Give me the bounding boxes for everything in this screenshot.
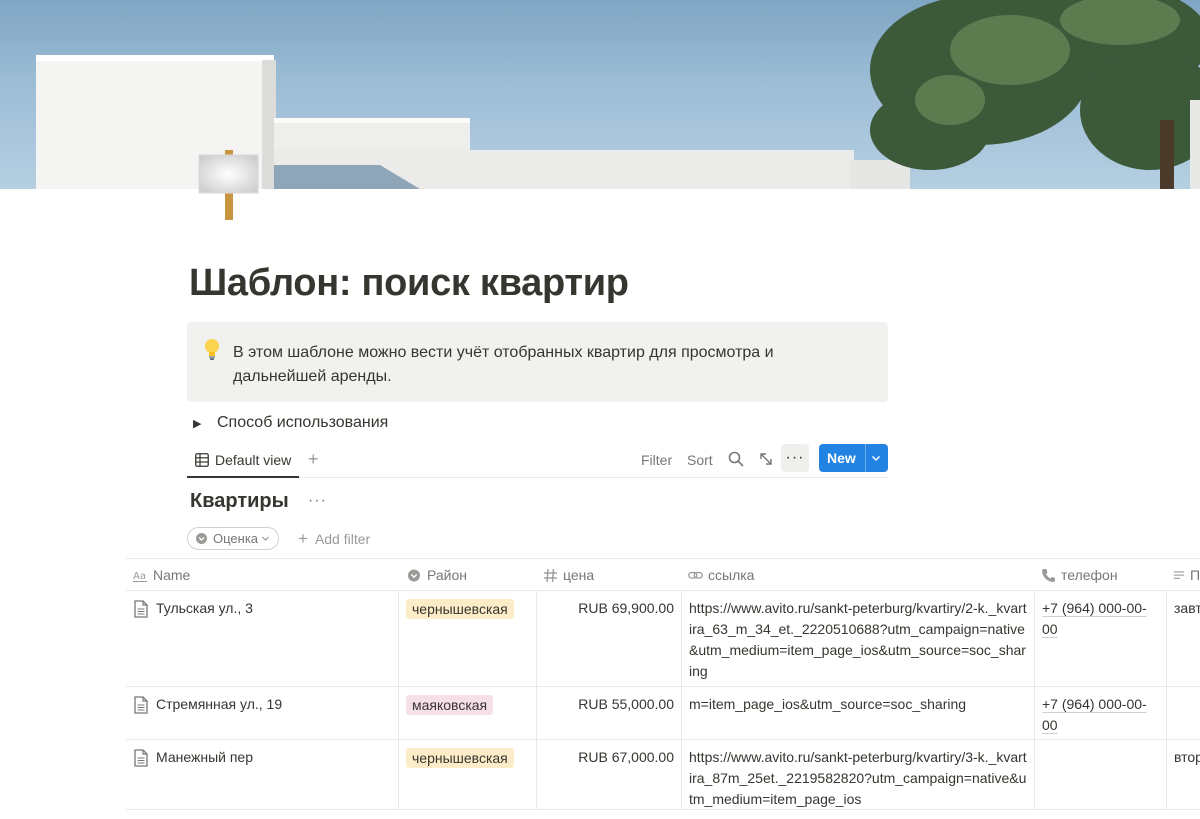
- expand-icon[interactable]: [757, 450, 775, 468]
- select-property-icon: [196, 533, 207, 544]
- toggle-label: Способ использования: [217, 414, 389, 431]
- database-table: Aa Name Район цена ссылка телефон П Туль…: [126, 558, 1200, 810]
- column-header-notes[interactable]: П: [1166, 559, 1200, 591]
- price-cell[interactable]: RUB 69,900.00: [536, 591, 681, 686]
- notes-cell[interactable]: [1166, 687, 1200, 739]
- price-cell[interactable]: RUB 55,000.00: [536, 687, 681, 739]
- district-tag: маяковская: [406, 695, 494, 715]
- page-icon: [134, 600, 148, 618]
- column-header-district[interactable]: Район: [400, 559, 536, 591]
- column-header-label: телефон: [1061, 567, 1118, 583]
- district-cell[interactable]: чернышевская: [398, 591, 536, 686]
- lightbulb-icon: [205, 339, 219, 360]
- column-header-phone[interactable]: телефон: [1034, 559, 1164, 591]
- text-lines-icon: [1173, 570, 1185, 579]
- svg-text:Aa: Aa: [133, 571, 146, 582]
- table-icon: [195, 453, 209, 467]
- plus-icon: +: [298, 529, 308, 548]
- notes-cell[interactable]: втор: [1166, 740, 1200, 809]
- table-row[interactable]: Манежный пер чернышевская RUB 67,000.00 …: [126, 740, 1200, 810]
- column-header-label: цена: [563, 567, 595, 583]
- sort-button[interactable]: Sort: [687, 450, 713, 470]
- more-options-button[interactable]: ···: [781, 444, 809, 472]
- link-cell[interactable]: https://www.avito.ru/sankt-peterburg/kva…: [681, 591, 1034, 686]
- signboard-icon: [198, 150, 259, 220]
- chevron-down-icon[interactable]: [870, 452, 882, 464]
- row-title: Стремянная ул., 19: [156, 696, 283, 712]
- database-options-icon[interactable]: ···: [308, 492, 327, 510]
- row-title: Тульская ул., 3: [156, 600, 253, 616]
- name-cell[interactable]: Стремянная ул., 19: [126, 687, 398, 739]
- column-header-label: ссылка: [708, 567, 755, 583]
- district-tag: чернышевская: [406, 599, 514, 619]
- name-cell[interactable]: Тульская ул., 3: [126, 591, 398, 686]
- add-filter-label: Add filter: [314, 531, 371, 547]
- select-property-icon: [408, 569, 420, 581]
- filter-button[interactable]: Filter: [641, 450, 672, 470]
- table-row[interactable]: Тульская ул., 3 чернышевская RUB 69,900.…: [126, 591, 1200, 687]
- view-bar: Default view + Filter Sort ··· New: [187, 444, 888, 478]
- database-title[interactable]: Квартиры: [190, 490, 289, 513]
- triangle-right-icon[interactable]: ▶: [193, 417, 207, 430]
- notes-cell[interactable]: завт: [1166, 591, 1200, 686]
- ellipsis-icon: ···: [785, 449, 805, 466]
- tab-default-view[interactable]: Default view: [187, 444, 300, 478]
- district-cell[interactable]: маяковская: [398, 687, 536, 739]
- callout-text: В этом шаблоне можно вести учёт отобранн…: [233, 344, 774, 385]
- district-cell[interactable]: чернышевская: [398, 740, 536, 809]
- page-icon: [134, 749, 148, 767]
- search-icon[interactable]: [727, 450, 745, 468]
- page-cover: [0, 0, 1200, 189]
- column-header-label: Район: [427, 567, 467, 583]
- price-cell[interactable]: RUB 67,000.00: [536, 740, 681, 809]
- column-header-label: П: [1189, 567, 1200, 583]
- new-button[interactable]: New: [819, 444, 888, 472]
- add-view-icon[interactable]: +: [308, 449, 319, 470]
- add-filter-button[interactable]: + Add filter: [298, 529, 370, 549]
- column-header-link[interactable]: ссылка: [681, 559, 1034, 591]
- page-icon: [134, 696, 148, 714]
- text-property-icon: Aa: [133, 571, 147, 582]
- number-property-icon: [544, 568, 557, 582]
- callout[interactable]: В этом шаблоне можно вести учёт отобранн…: [187, 322, 888, 402]
- new-button-label: New: [827, 450, 856, 466]
- name-cell[interactable]: Манежный пер: [126, 740, 398, 809]
- tab-label: Default view: [215, 452, 292, 468]
- link-cell[interactable]: https://www.avito.ru/sankt-peterburg/kva…: [681, 740, 1034, 809]
- column-header-label: Name: [153, 567, 191, 583]
- cover-image: [36, 0, 1200, 189]
- column-header-name[interactable]: Aa Name: [126, 559, 398, 591]
- column-header-price[interactable]: цена: [536, 559, 681, 591]
- phone-cell[interactable]: +7 (964) 000-00-00: [1034, 591, 1166, 686]
- district-tag: чернышевская: [406, 748, 514, 768]
- filter-pill-rating[interactable]: Оценка: [187, 527, 280, 550]
- table-row[interactable]: Стремянная ул., 19 маяковская RUB 55,000…: [126, 687, 1200, 740]
- phone-icon: [1042, 568, 1055, 582]
- page-title[interactable]: Шаблон: поиск квартир: [189, 262, 629, 305]
- filter-pill-label: Оценка: [213, 531, 259, 546]
- new-button-divider: [865, 444, 866, 472]
- row-title: Манежный пер: [156, 749, 253, 765]
- link-cell[interactable]: m=item_page_ios&utm_source=soc_sharing: [681, 687, 1034, 739]
- phone-cell[interactable]: [1034, 740, 1166, 809]
- phone-cell[interactable]: +7 (964) 000-00-00: [1034, 687, 1166, 739]
- chevron-down-icon: [262, 536, 269, 541]
- page-icon[interactable]: [198, 150, 260, 222]
- toggle-usage[interactable]: ▶ Способ использования: [193, 411, 388, 435]
- table-header: Aa Name Район цена ссылка телефон П: [126, 558, 1200, 591]
- link-icon: [688, 571, 703, 579]
